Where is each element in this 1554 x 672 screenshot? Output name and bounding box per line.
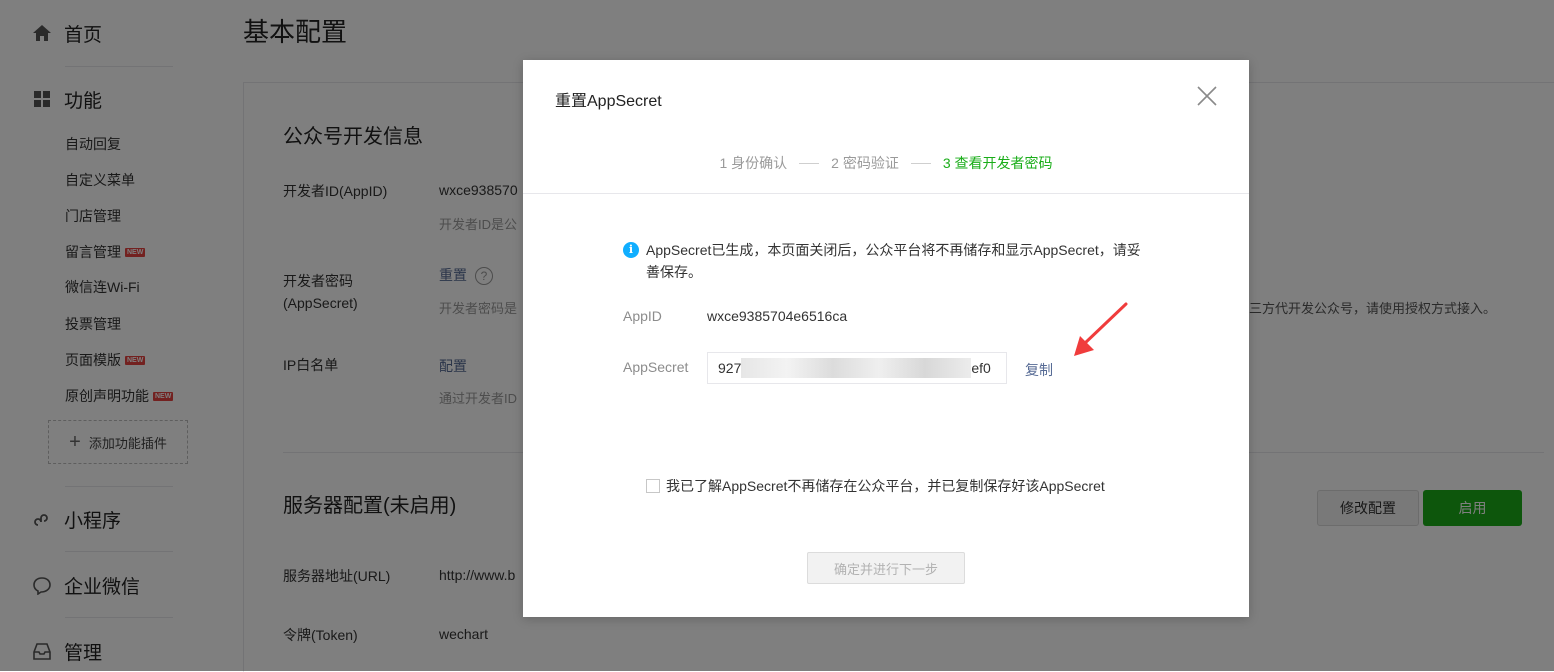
secret-prefix: 927 xyxy=(718,360,742,376)
step-view-secret: 3 查看开发者密码 xyxy=(942,155,1053,171)
agree-row[interactable]: 我已了解AppSecret不再储存在公众平台，并已复制保存好该AppSecret xyxy=(646,476,1105,496)
secret-redaction xyxy=(741,358,972,378)
dialog-appid-label: AppID xyxy=(623,308,662,324)
info-icon: i xyxy=(623,242,639,258)
step-identity: 1 身份确认 xyxy=(719,155,788,171)
agree-text: 我已了解AppSecret不再储存在公众平台，并已复制保存好该AppSecret xyxy=(666,478,1105,494)
secret-field[interactable]: 927 ef0 xyxy=(707,352,1007,384)
step-separator xyxy=(799,162,820,164)
notice-message: i AppSecret已生成，本页面关闭后，公众平台将不再储存和显示AppSec… xyxy=(623,239,1153,283)
copy-secret-link[interactable]: 复制 xyxy=(1025,360,1053,380)
dialog-divider xyxy=(523,193,1249,194)
close-icon[interactable] xyxy=(1195,84,1219,108)
confirm-next-button[interactable]: 确定并进行下一步 xyxy=(807,552,965,584)
notice-text: AppSecret已生成，本页面关闭后，公众平台将不再储存和显示AppSecre… xyxy=(646,242,1141,280)
step-indicator: 1 身份确认 2 密码验证 3 查看开发者密码 xyxy=(523,153,1249,173)
red-arrow-annotation xyxy=(1074,302,1128,356)
reset-secret-dialog: 重置AppSecret 1 身份确认 2 密码验证 3 查看开发者密码 i Ap… xyxy=(523,60,1249,617)
dialog-secret-label: AppSecret xyxy=(623,359,689,375)
step-password: 2 密码验证 xyxy=(831,155,899,171)
dialog-title: 重置AppSecret xyxy=(555,93,662,110)
agree-checkbox[interactable] xyxy=(646,479,660,493)
secret-suffix: ef0 xyxy=(971,360,991,376)
dialog-appid-value: wxce9385704e6516ca xyxy=(707,308,848,324)
step-separator xyxy=(910,162,931,164)
